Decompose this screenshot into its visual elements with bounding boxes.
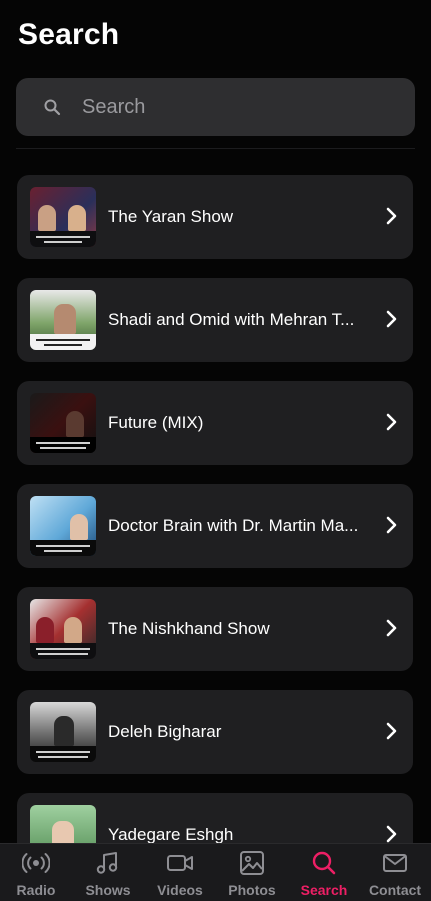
tab-label: Search <box>300 882 348 898</box>
bottom-tab-bar: Radio Shows Videos Photos Search Contact <box>0 843 431 901</box>
search-bar[interactable] <box>16 78 415 136</box>
divider <box>16 148 415 149</box>
video-camera-icon <box>167 855 193 871</box>
chevron-right-icon <box>386 516 397 534</box>
result-title: The Yaran Show <box>108 207 234 226</box>
search-icon <box>312 851 336 875</box>
result-item-future-mix[interactable]: Future (MIX) <box>17 381 413 465</box>
radio-icon <box>22 853 50 873</box>
show-thumbnail <box>30 702 96 762</box>
page-title: Search <box>18 18 120 51</box>
tab-label: Contact <box>368 882 422 898</box>
tab-photos[interactable]: Photos <box>216 844 288 901</box>
tab-videos[interactable]: Videos <box>144 844 216 901</box>
show-thumbnail <box>30 805 96 843</box>
music-note-icon <box>96 852 118 874</box>
show-thumbnail <box>30 599 96 659</box>
tab-label: Shows <box>85 882 131 898</box>
show-thumbnail <box>30 496 96 556</box>
chevron-right-icon <box>386 207 397 225</box>
show-thumbnail <box>30 187 96 247</box>
result-item-yadegare-eshgh[interactable]: Yadegare Eshgh <box>17 793 413 843</box>
tab-label: Photos <box>228 882 276 898</box>
image-icon <box>240 851 264 875</box>
result-item-nishkhand-show[interactable]: The Nishkhand Show <box>17 587 413 671</box>
tab-search[interactable]: Search <box>288 844 360 901</box>
result-title: Yadegare Eshgh <box>108 825 234 843</box>
result-item-deleh-bigharar[interactable]: Deleh Bigharar <box>17 690 413 774</box>
show-thumbnail <box>30 290 96 350</box>
envelope-icon <box>383 854 407 872</box>
chevron-right-icon <box>386 825 397 843</box>
result-title: The Nishkhand Show <box>108 619 270 638</box>
tab-radio[interactable]: Radio <box>0 844 72 901</box>
result-item-doctor-brain[interactable]: Doctor Brain with Dr. Martin Ma... <box>17 484 413 568</box>
search-icon <box>42 97 62 117</box>
search-input[interactable] <box>80 94 384 120</box>
chevron-right-icon <box>386 413 397 431</box>
chevron-right-icon <box>386 310 397 328</box>
result-title: Future (MIX) <box>108 413 204 432</box>
result-title: Shadi and Omid with Mehran T... <box>108 310 355 329</box>
result-item-yaran-show[interactable]: The Yaran Show <box>17 175 413 259</box>
tab-label: Videos <box>157 882 203 898</box>
tab-shows[interactable]: Shows <box>72 844 144 901</box>
chevron-right-icon <box>386 722 397 740</box>
result-title: Deleh Bigharar <box>108 722 222 741</box>
show-thumbnail <box>30 393 96 453</box>
chevron-right-icon <box>386 619 397 637</box>
result-item-shadi-omid[interactable]: Shadi and Omid with Mehran T... <box>17 278 413 362</box>
tab-contact[interactable]: Contact <box>359 844 431 901</box>
tab-label: Radio <box>16 882 56 898</box>
result-title: Doctor Brain with Dr. Martin Ma... <box>108 516 359 535</box>
